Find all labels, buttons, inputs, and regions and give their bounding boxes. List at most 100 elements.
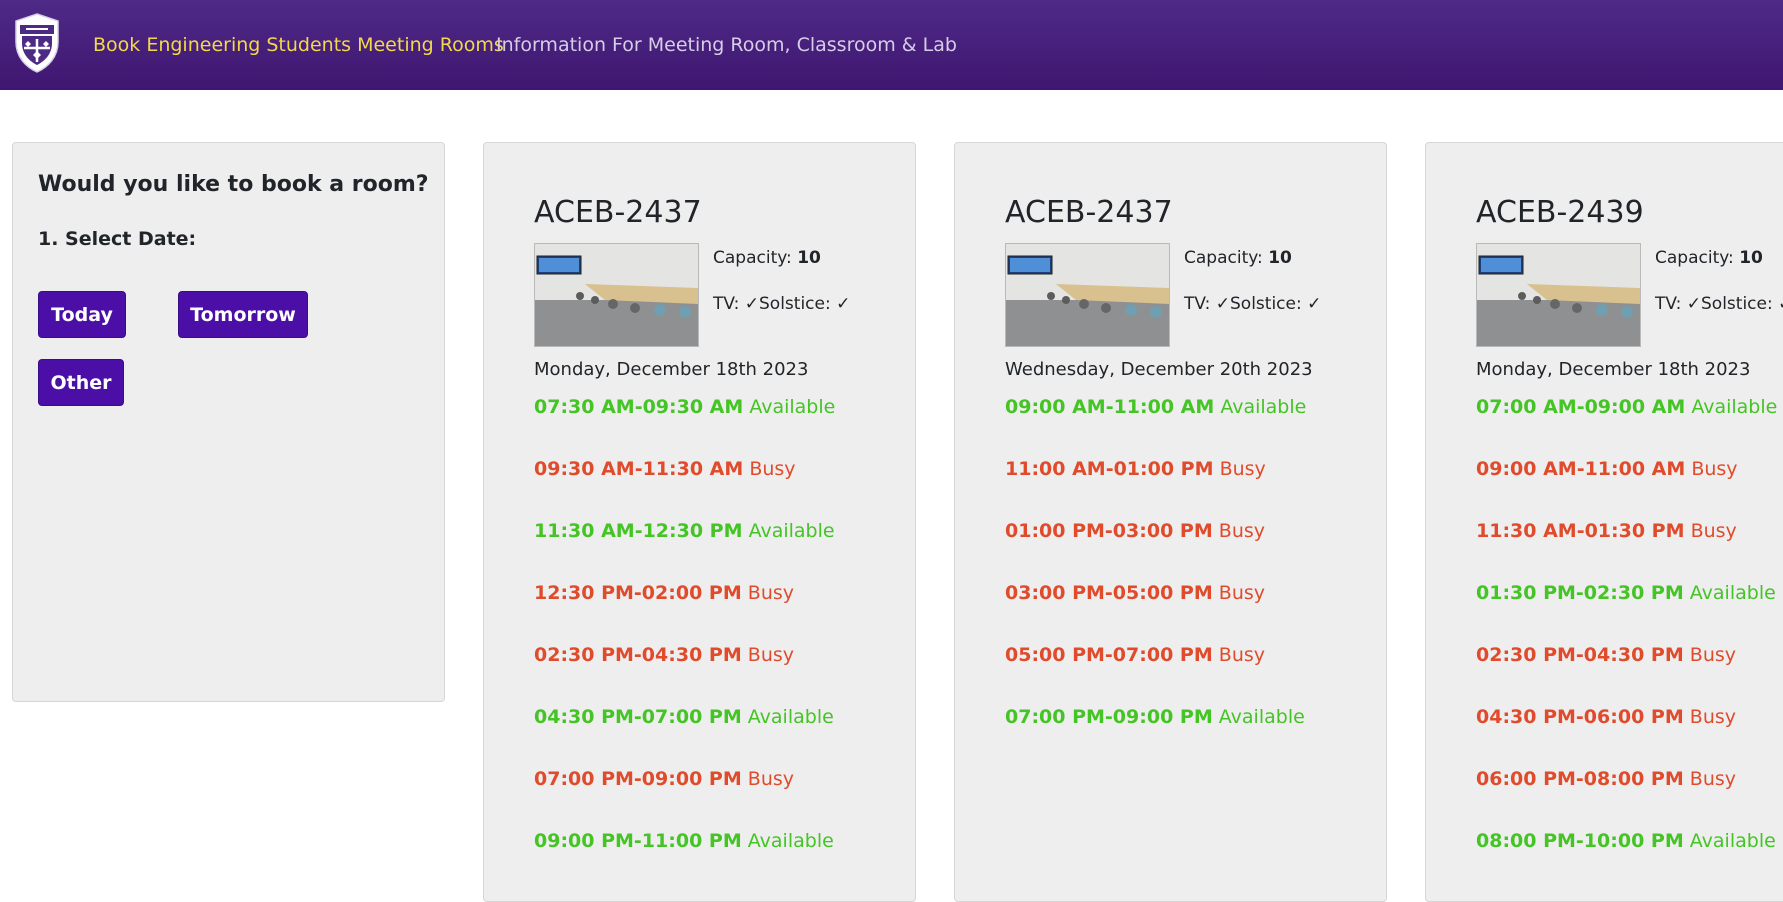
time-slot[interactable]: 07:00 PM-09:00 PM Available xyxy=(1005,706,1305,728)
slot-status: Busy xyxy=(741,582,795,604)
slot-time: 07:00 AM-09:00 AM xyxy=(1476,396,1686,418)
slot-time: 02:30 PM-04:30 PM xyxy=(1476,644,1684,666)
slot-time: 05:00 PM-07:00 PM xyxy=(1005,644,1213,666)
time-slot[interactable]: 01:00 PM-03:00 PM Busy xyxy=(1005,520,1265,542)
slot-time: 04:30 PM-07:00 PM xyxy=(534,706,742,728)
slot-status: Busy xyxy=(1683,644,1737,666)
slot-status: Available xyxy=(1683,582,1776,604)
slot-time: 12:30 PM-02:00 PM xyxy=(534,582,742,604)
time-slot[interactable]: 04:30 PM-06:00 PM Busy xyxy=(1476,706,1736,728)
other-date-button[interactable]: Other xyxy=(38,359,124,406)
tv-label: TV: xyxy=(713,294,745,314)
tv-check-icon: ✓ xyxy=(744,294,760,314)
slot-status: Busy xyxy=(741,768,795,790)
solstice-label: Solstice: xyxy=(759,294,837,314)
room-name: ACEB-2437 xyxy=(534,195,702,230)
slot-time: 01:30 PM-02:30 PM xyxy=(1476,582,1684,604)
slot-time: 03:00 PM-05:00 PM xyxy=(1005,582,1213,604)
slot-time: 07:00 PM-09:00 PM xyxy=(534,768,742,790)
room-card: ACEB-2437 Capacity: 10 TV: ✓Solstice: ✓ … xyxy=(483,142,916,902)
solstice-check-icon: ✓ xyxy=(836,294,851,314)
slot-status: Available xyxy=(741,706,834,728)
room-photo xyxy=(534,243,699,347)
tv-check-icon: ✓ xyxy=(1686,294,1702,314)
select-date-label: 1. Select Date: xyxy=(38,228,197,250)
time-slot[interactable]: 02:30 PM-04:30 PM Busy xyxy=(534,644,794,666)
time-slot[interactable]: 09:30 AM-11:30 AM Busy xyxy=(534,458,796,480)
slot-status: Busy xyxy=(1683,706,1737,728)
room-card: ACEB-2439 Capacity: 10 TV: ✓Solstice: ✓ … xyxy=(1425,142,1783,902)
slot-time: 07:00 PM-09:00 PM xyxy=(1005,706,1213,728)
slot-status: Busy xyxy=(1212,520,1266,542)
booking-panel: Would you like to book a room? 1. Select… xyxy=(12,142,445,702)
room-date: Monday, December 18th 2023 xyxy=(1476,359,1751,380)
room-features: TV: ✓Solstice: ✓ xyxy=(1655,294,1783,314)
slot-status: Busy xyxy=(1683,768,1737,790)
time-slot[interactable]: 11:30 AM-01:30 PM Busy xyxy=(1476,520,1737,542)
slot-status: Busy xyxy=(743,458,796,480)
room-date: Monday, December 18th 2023 xyxy=(534,359,809,380)
room-capacity: Capacity: 10 xyxy=(1184,248,1292,268)
slot-status: Available xyxy=(1683,830,1776,852)
slot-time: 08:00 PM-10:00 PM xyxy=(1476,830,1684,852)
tomorrow-button[interactable]: Tomorrow xyxy=(178,291,308,338)
room-photo xyxy=(1476,243,1641,347)
time-slot[interactable]: 09:00 PM-11:00 PM Available xyxy=(534,830,834,852)
room-features: TV: ✓Solstice: ✓ xyxy=(1184,294,1321,314)
slot-time: 04:30 PM-06:00 PM xyxy=(1476,706,1684,728)
slot-time: 11:00 AM-01:00 PM xyxy=(1005,458,1214,480)
time-slot[interactable]: 07:00 AM-09:00 AM Available xyxy=(1476,396,1777,418)
room-name: ACEB-2437 xyxy=(1005,195,1173,230)
time-slot[interactable]: 12:30 PM-02:00 PM Busy xyxy=(534,582,794,604)
top-navbar: Book Engineering Students Meeting Rooms … xyxy=(0,0,1783,90)
time-slot[interactable]: 11:00 AM-01:00 PM Busy xyxy=(1005,458,1266,480)
room-photo xyxy=(1005,243,1170,347)
time-slot[interactable]: 09:00 AM-11:00 AM Busy xyxy=(1476,458,1738,480)
nav-info-link[interactable]: Information For Meeting Room, Classroom … xyxy=(496,34,957,56)
slot-status: Available xyxy=(1212,706,1305,728)
slot-time: 11:30 AM-12:30 PM xyxy=(534,520,743,542)
time-slot[interactable]: 06:00 PM-08:00 PM Busy xyxy=(1476,768,1736,790)
university-crest-logo[interactable] xyxy=(12,12,62,74)
capacity-value: 10 xyxy=(1739,248,1763,268)
capacity-label: Capacity: xyxy=(1655,248,1740,268)
solstice-label: Solstice: xyxy=(1230,294,1308,314)
time-slot[interactable]: 01:30 PM-02:30 PM Available xyxy=(1476,582,1776,604)
tv-label: TV: xyxy=(1655,294,1687,314)
capacity-value: 10 xyxy=(797,248,821,268)
room-date: Wednesday, December 20th 2023 xyxy=(1005,359,1313,380)
slot-status: Available xyxy=(1214,396,1307,418)
time-slot[interactable]: 03:00 PM-05:00 PM Busy xyxy=(1005,582,1265,604)
time-slot[interactable]: 04:30 PM-07:00 PM Available xyxy=(534,706,834,728)
room-features: TV: ✓Solstice: ✓ xyxy=(713,294,850,314)
time-slot[interactable]: 02:30 PM-04:30 PM Busy xyxy=(1476,644,1736,666)
slot-time: 09:30 AM-11:30 AM xyxy=(534,458,744,480)
slot-time: 01:00 PM-03:00 PM xyxy=(1005,520,1213,542)
room-card: ACEB-2437 Capacity: 10 TV: ✓Solstice: ✓ … xyxy=(954,142,1387,902)
slot-time: 09:00 AM-11:00 AM xyxy=(1005,396,1215,418)
time-slot[interactable]: 08:00 PM-10:00 PM Available xyxy=(1476,830,1776,852)
slot-status: Available xyxy=(743,396,836,418)
slot-status: Busy xyxy=(1685,458,1738,480)
room-name: ACEB-2439 xyxy=(1476,195,1644,230)
capacity-label: Capacity: xyxy=(1184,248,1269,268)
solstice-check-icon: ✓ xyxy=(1778,294,1783,314)
booking-title: Would you like to book a room? xyxy=(38,172,429,197)
time-slot[interactable]: 09:00 AM-11:00 AM Available xyxy=(1005,396,1306,418)
room-capacity: Capacity: 10 xyxy=(1655,248,1763,268)
slot-time: 02:30 PM-04:30 PM xyxy=(534,644,742,666)
capacity-label: Capacity: xyxy=(713,248,798,268)
solstice-label: Solstice: xyxy=(1701,294,1779,314)
slot-time: 09:00 AM-11:00 AM xyxy=(1476,458,1686,480)
slot-status: Available xyxy=(742,520,835,542)
time-slot[interactable]: 05:00 PM-07:00 PM Busy xyxy=(1005,644,1265,666)
time-slot[interactable]: 11:30 AM-12:30 PM Available xyxy=(534,520,835,542)
time-slot[interactable]: 07:30 AM-09:30 AM Available xyxy=(534,396,835,418)
solstice-check-icon: ✓ xyxy=(1307,294,1322,314)
slot-status: Busy xyxy=(741,644,795,666)
capacity-value: 10 xyxy=(1268,248,1292,268)
time-slot[interactable]: 07:00 PM-09:00 PM Busy xyxy=(534,768,794,790)
today-button[interactable]: Today xyxy=(38,291,126,338)
nav-brand-link[interactable]: Book Engineering Students Meeting Rooms xyxy=(93,34,504,56)
slot-status: Busy xyxy=(1213,458,1266,480)
